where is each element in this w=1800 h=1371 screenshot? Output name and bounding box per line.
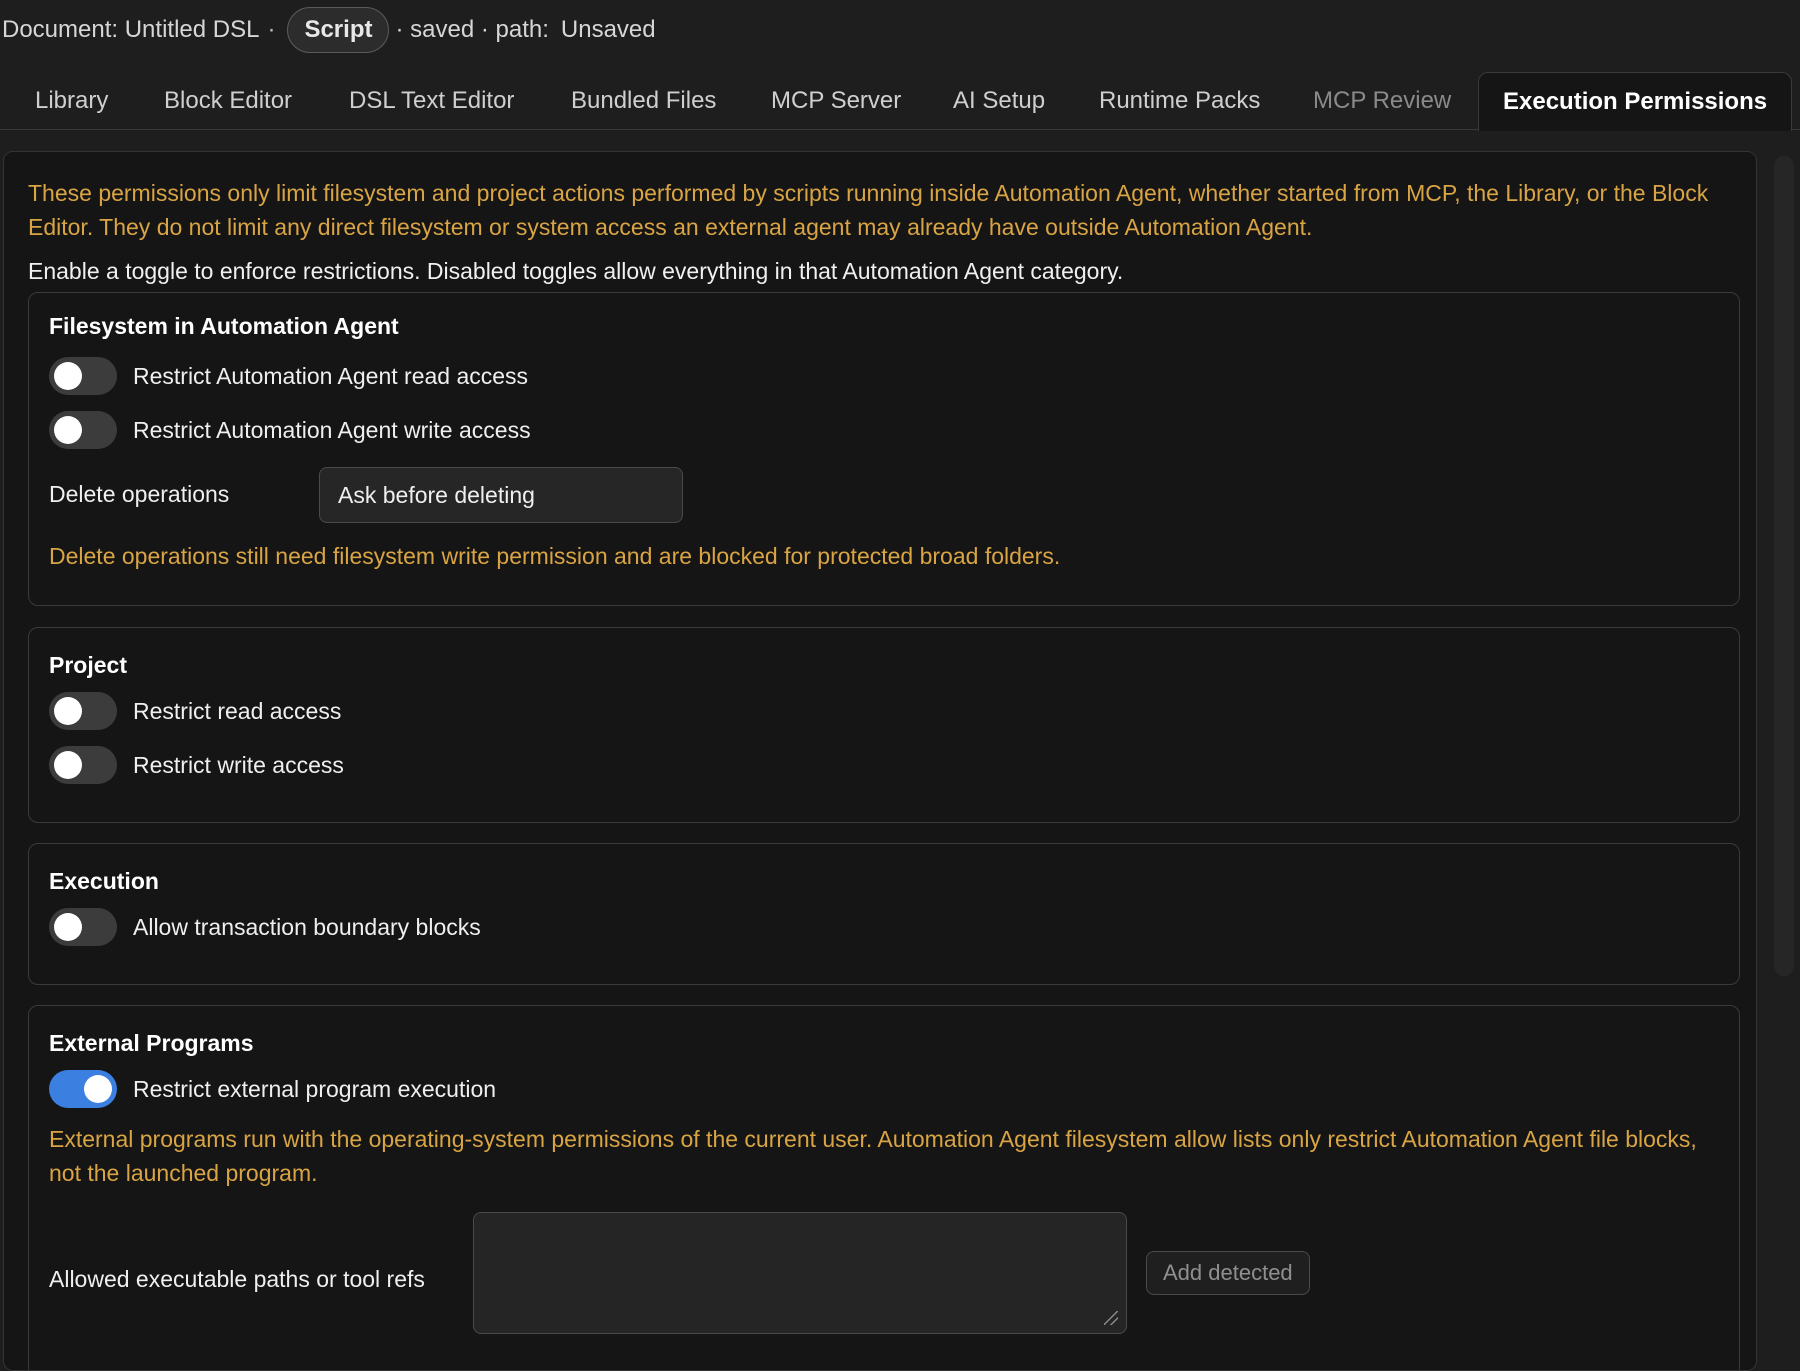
add-detected-button[interactable]: Add detected [1146,1251,1310,1295]
allowed-executables-textarea[interactable] [473,1212,1127,1334]
document-label: Document: Untitled DSL [2,16,260,43]
toggle-knob [54,416,82,444]
resize-grip-icon[interactable] [1104,1311,1118,1325]
mode-pill[interactable]: Script [287,7,390,53]
toggle-knob [54,362,82,390]
tab-block-editor[interactable]: Block Editor [164,72,292,130]
execution-section: Execution Allow transaction boundary blo… [28,843,1740,985]
document-status-bar: Document: Untitled DSL · Script · saved … [0,0,1800,60]
toggle-knob [54,913,82,941]
section-title: Filesystem in Automation Agent [49,313,399,339]
tab-execution-permissions[interactable]: Execution Permissions [1478,72,1793,131]
external-restrict-row: Restrict external program execution [49,1070,496,1108]
tab-library[interactable]: Library [35,72,108,130]
project-write-row: Restrict write access [49,746,344,784]
project-read-row: Restrict read access [49,692,341,730]
external-note: External programs run with the operating… [49,1126,1697,1186]
fs-write-toggle[interactable] [49,411,117,449]
toggle-label: Restrict Automation Agent read access [133,362,529,389]
section-title: External Programs [49,1030,254,1056]
tab-ai-setup[interactable]: AI Setup [953,72,1045,130]
toggle-label: Allow transaction boundary blocks [133,913,481,940]
project-section: Project Restrict read access Restrict wr… [28,627,1740,823]
project-write-toggle[interactable] [49,746,117,784]
path-value: Unsaved [560,16,656,43]
section-title: Project [49,652,127,678]
filesystem-section: Filesystem in Automation Agent Restrict … [28,292,1740,606]
project-read-toggle[interactable] [49,692,117,730]
tab-mcp-review[interactable]: MCP Review [1313,72,1451,130]
tab-bundled-files[interactable]: Bundled Files [571,72,716,130]
scope-warning: These permissions only limit filesystem … [28,180,1709,240]
toggle-label: Restrict write access [133,751,344,778]
toggle-knob [54,697,82,725]
delete-operations-label: Delete operations [49,481,230,507]
toggle-label: Restrict Automation Agent write access [133,416,531,443]
allowed-executables-label: Allowed executable paths or tool refs [49,1266,425,1292]
delete-operations-select[interactable]: Ask before deleting [319,467,683,523]
fs-write-row: Restrict Automation Agent write access [49,411,531,449]
permissions-panel: These permissions only limit filesystem … [3,151,1757,1371]
transaction-row: Allow transaction boundary blocks [49,908,481,946]
external-programs-section: External Programs Restrict external prog… [28,1005,1740,1370]
delete-note: Delete operations still need filesystem … [49,543,1061,569]
enable-hint: Enable a toggle to enforce restrictions.… [28,258,1124,284]
section-title: Execution [49,868,159,894]
fs-read-row: Restrict Automation Agent read access [49,357,528,395]
external-restrict-toggle[interactable] [49,1070,117,1108]
separator: · [267,16,276,43]
tab-mcp-server[interactable]: MCP Server [771,72,901,130]
tab-dsl-text-editor[interactable]: DSL Text Editor [349,72,514,130]
toggle-label: Restrict external program execution [133,1075,497,1102]
tab-runtime-packs[interactable]: Runtime Packs [1099,72,1260,130]
fs-read-toggle[interactable] [49,357,117,395]
scrollbar[interactable] [1774,156,1794,976]
save-status: · saved · path: [395,16,549,43]
toggle-knob [84,1075,112,1103]
transaction-boundary-toggle[interactable] [49,908,117,946]
toggle-knob [54,751,82,779]
tab-bar: Library Block Editor DSL Text Editor Bun… [0,72,1800,131]
toggle-label: Restrict read access [133,697,342,724]
